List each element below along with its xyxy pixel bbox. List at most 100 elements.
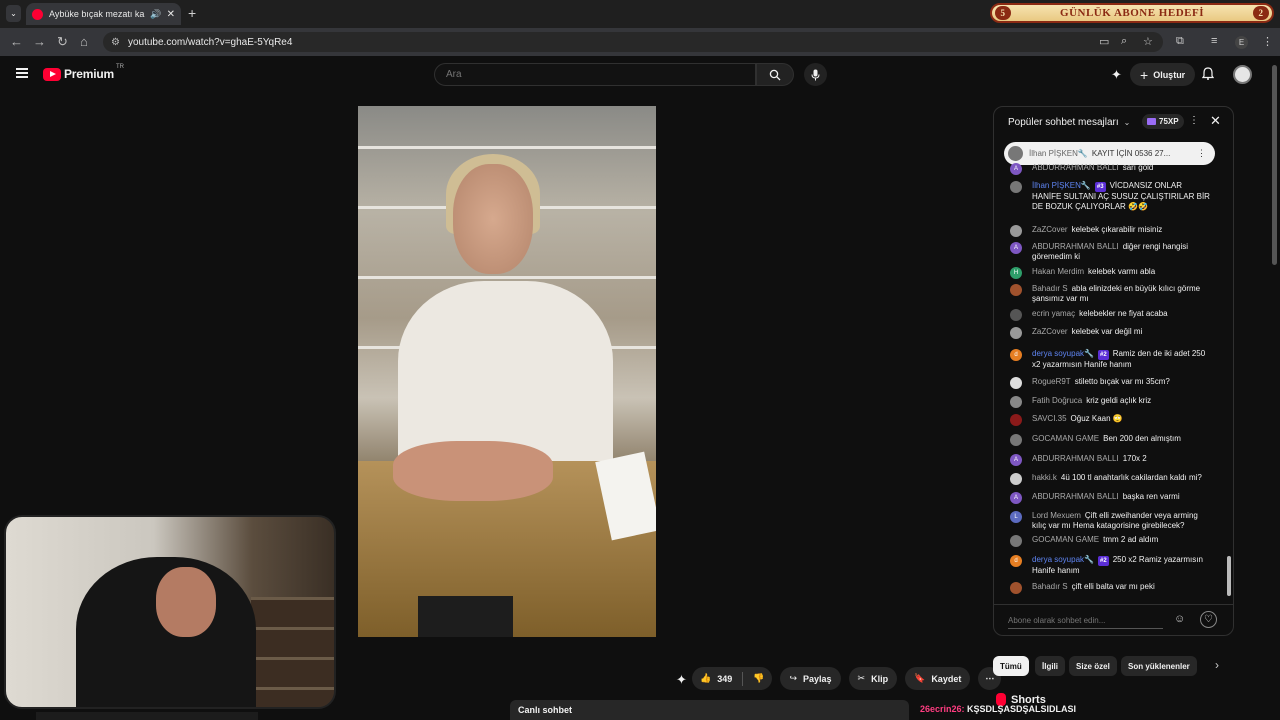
emoji-icon[interactable]: ☺ bbox=[1174, 613, 1185, 625]
pinned-message[interactable]: İlhan PİŞKEN🔧 KAYIT İÇİN 0536 27... ⋮ bbox=[1004, 142, 1215, 165]
chat-message[interactable]: L Lord Mexuem Çift elli zweihander veya ar… bbox=[1010, 511, 1210, 531]
chat-author[interactable]: Bahadır S bbox=[1032, 284, 1068, 293]
xp-badge[interactable]: 75XP bbox=[1142, 114, 1184, 129]
home-icon[interactable]: ⌂ bbox=[80, 34, 88, 49]
create-button[interactable]: + Oluştur bbox=[1130, 63, 1196, 86]
chat-message[interactable]: GOCAMAN GAME Ben 200 den almıştım bbox=[1010, 434, 1210, 446]
avatar[interactable] bbox=[1010, 181, 1022, 193]
new-tab-plus-icon[interactable]: + bbox=[188, 5, 196, 21]
avatar[interactable]: A bbox=[1010, 163, 1022, 175]
extension-star-icon[interactable]: ✦ bbox=[676, 672, 687, 688]
tab-close-icon[interactable]: ✕ bbox=[167, 9, 175, 20]
chat-close-icon[interactable]: ✕ bbox=[1210, 113, 1221, 129]
chat-message[interactable]: A ABDURRAHMAN BALLI sarı gold bbox=[1010, 163, 1210, 175]
chat-author[interactable]: Fatih Doğruca bbox=[1032, 396, 1082, 405]
chat-author[interactable]: ecrin yamaç bbox=[1032, 309, 1075, 318]
chat-message[interactable]: SAVCI.35 Oğuz Kaan 🙄 bbox=[1010, 414, 1210, 426]
tab-search-chevron-icon[interactable]: ⌄ bbox=[6, 5, 21, 22]
avatar[interactable]: H bbox=[1010, 267, 1022, 279]
live-chat-bar[interactable]: Canlı sohbet bbox=[510, 700, 909, 720]
search-box[interactable] bbox=[434, 63, 756, 86]
chat-message[interactable]: A ABDURRAHMAN BALLI diğer rengi hangisi gö… bbox=[1010, 242, 1210, 262]
extensions-icon[interactable]: ⧉ bbox=[1176, 35, 1184, 48]
search-input[interactable] bbox=[446, 69, 755, 80]
avatar[interactable]: A bbox=[1010, 492, 1022, 504]
avatar[interactable] bbox=[1010, 414, 1022, 426]
browser-tab-active[interactable]: Aybüke bıçak mezatı kanalı 🔊 ✕ bbox=[26, 3, 181, 25]
avatar[interactable] bbox=[1010, 396, 1022, 408]
chat-author[interactable]: GOCAMAN GAME bbox=[1032, 434, 1099, 443]
chat-author[interactable]: derya soyupak🔧 bbox=[1032, 349, 1094, 358]
zoom-icon[interactable]: ⌕ bbox=[1121, 35, 1127, 48]
chat-author[interactable]: GOCAMAN GAME bbox=[1032, 535, 1099, 544]
reload-icon[interactable]: ↻ bbox=[57, 34, 68, 50]
chat-author[interactable]: ABDURRAHMAN BALLI bbox=[1032, 454, 1119, 463]
thumbs-down-icon[interactable]: 👎 bbox=[753, 673, 764, 684]
extension-star-icon[interactable]: ✦ bbox=[1111, 67, 1122, 83]
search-button[interactable] bbox=[756, 63, 794, 86]
cast-icon[interactable]: ▭ bbox=[1099, 35, 1109, 48]
chat-message[interactable]: ecrin yamaç kelebekler ne fiyat acaba bbox=[1010, 309, 1210, 321]
chat-author[interactable]: Bahadır S bbox=[1032, 582, 1068, 591]
avatar[interactable] bbox=[1010, 309, 1022, 321]
avatar[interactable] bbox=[1010, 377, 1022, 389]
chip-all[interactable]: Tümü bbox=[993, 656, 1029, 676]
chat-message[interactable]: d derya soyupak🔧 #2 250 x2 Ramiz yazarmısın… bbox=[1010, 555, 1210, 576]
chat-message[interactable]: RogueR9T stiletto bıçak var mı 35cm? bbox=[1010, 377, 1210, 389]
like-button[interactable]: 👍 349 👎 bbox=[692, 667, 773, 690]
chat-author[interactable]: derya soyupak🔧 bbox=[1032, 555, 1094, 564]
chat-author[interactable]: SAVCI.35 bbox=[1032, 414, 1067, 423]
save-button[interactable]: 🔖 Kaydet bbox=[905, 667, 971, 690]
reading-list-icon[interactable]: ≡ bbox=[1211, 35, 1217, 47]
chip-related[interactable]: İlgili bbox=[1035, 656, 1065, 676]
avatar[interactable] bbox=[1010, 473, 1022, 485]
page-scrollbar[interactable] bbox=[1272, 65, 1277, 265]
chat-message[interactable]: ZaZCover kelebek var değil mi bbox=[1010, 327, 1210, 339]
chip-recent-uploads[interactable]: Son yüklenenler bbox=[1121, 656, 1197, 676]
chat-author[interactable]: hakki.k bbox=[1032, 473, 1057, 482]
address-bar[interactable]: ⚙ youtube.com/watch?v=ghaE-5YqRe4 bbox=[103, 32, 1163, 52]
notifications-bell-icon[interactable] bbox=[1201, 67, 1215, 83]
chat-author[interactable]: İlhan PİŞKEN🔧 bbox=[1032, 181, 1091, 190]
chat-message[interactable]: A ABDURRAHMAN BALLI 170x 2 bbox=[1010, 454, 1210, 466]
chat-author[interactable]: Lord Mexuem bbox=[1032, 511, 1081, 520]
video-player[interactable] bbox=[358, 106, 656, 637]
share-button[interactable]: ↪ Paylaş bbox=[780, 667, 841, 690]
chat-author[interactable]: ABDURRAHMAN BALLI bbox=[1032, 492, 1119, 501]
hamburger-menu-icon[interactable] bbox=[16, 68, 28, 78]
chat-author[interactable]: ABDURRAHMAN BALLI bbox=[1032, 242, 1119, 251]
tab-audio-icon[interactable]: 🔊 bbox=[150, 9, 161, 20]
avatar[interactable]: A bbox=[1010, 454, 1022, 466]
avatar[interactable]: L bbox=[1010, 511, 1022, 523]
chat-message[interactable]: İlhan PİŞKEN🔧 #3 VİCDANSIZ ONLAR HANİFE SU… bbox=[1010, 181, 1210, 212]
chevron-down-icon[interactable]: ⌄ bbox=[1124, 118, 1131, 127]
chat-author[interactable]: Hakan Merdim bbox=[1032, 267, 1084, 276]
scrollbar-thumb[interactable] bbox=[1227, 556, 1231, 596]
chat-message[interactable]: ZaZCover kelebek çıkarabilir misiniz bbox=[1010, 225, 1210, 237]
youtube-premium-logo[interactable]: Premium TR bbox=[43, 64, 124, 81]
chat-message[interactable]: GOCAMAN GAME tmm 2 ad aldım bbox=[1010, 535, 1210, 547]
clip-button[interactable]: ✂ Klip bbox=[848, 667, 898, 690]
chat-scrollbar[interactable] bbox=[1227, 143, 1231, 603]
chat-mode-dropdown[interactable]: Popüler sohbet mesajları bbox=[1008, 117, 1119, 128]
chips-next-icon[interactable]: › bbox=[1215, 658, 1219, 672]
bookmark-star-icon[interactable]: ☆ bbox=[1143, 35, 1153, 48]
chat-message[interactable]: A ABDURRAHMAN BALLI başka ren varmi bbox=[1010, 492, 1210, 504]
heart-icon[interactable]: ♡ bbox=[1200, 611, 1217, 628]
forward-arrow-icon[interactable]: → bbox=[33, 34, 46, 49]
avatar[interactable] bbox=[1010, 225, 1022, 237]
avatar[interactable] bbox=[1010, 284, 1022, 296]
chat-message[interactable]: H Hakan Merdim kelebek varmı abla bbox=[1010, 267, 1210, 279]
chat-message[interactable]: Fatih Doğruca kriz geldi açlık kriz bbox=[1010, 396, 1210, 408]
chat-author[interactable]: ABDURRAHMAN BALLI bbox=[1032, 163, 1119, 172]
avatar[interactable]: d bbox=[1010, 555, 1022, 567]
avatar[interactable] bbox=[1010, 582, 1022, 594]
avatar[interactable] bbox=[1010, 535, 1022, 547]
voice-search-button[interactable] bbox=[804, 63, 827, 86]
avatar[interactable]: d bbox=[1010, 349, 1022, 361]
chat-message[interactable]: d derya soyupak🔧 #2 Ramiz den de iki adet 2… bbox=[1010, 349, 1210, 370]
chat-author[interactable]: ZaZCover bbox=[1032, 225, 1068, 234]
browser-menu-icon[interactable]: ⋮ bbox=[1262, 35, 1273, 48]
site-info-icon[interactable]: ⚙ bbox=[111, 37, 120, 48]
chat-author[interactable]: RogueR9T bbox=[1032, 377, 1071, 386]
